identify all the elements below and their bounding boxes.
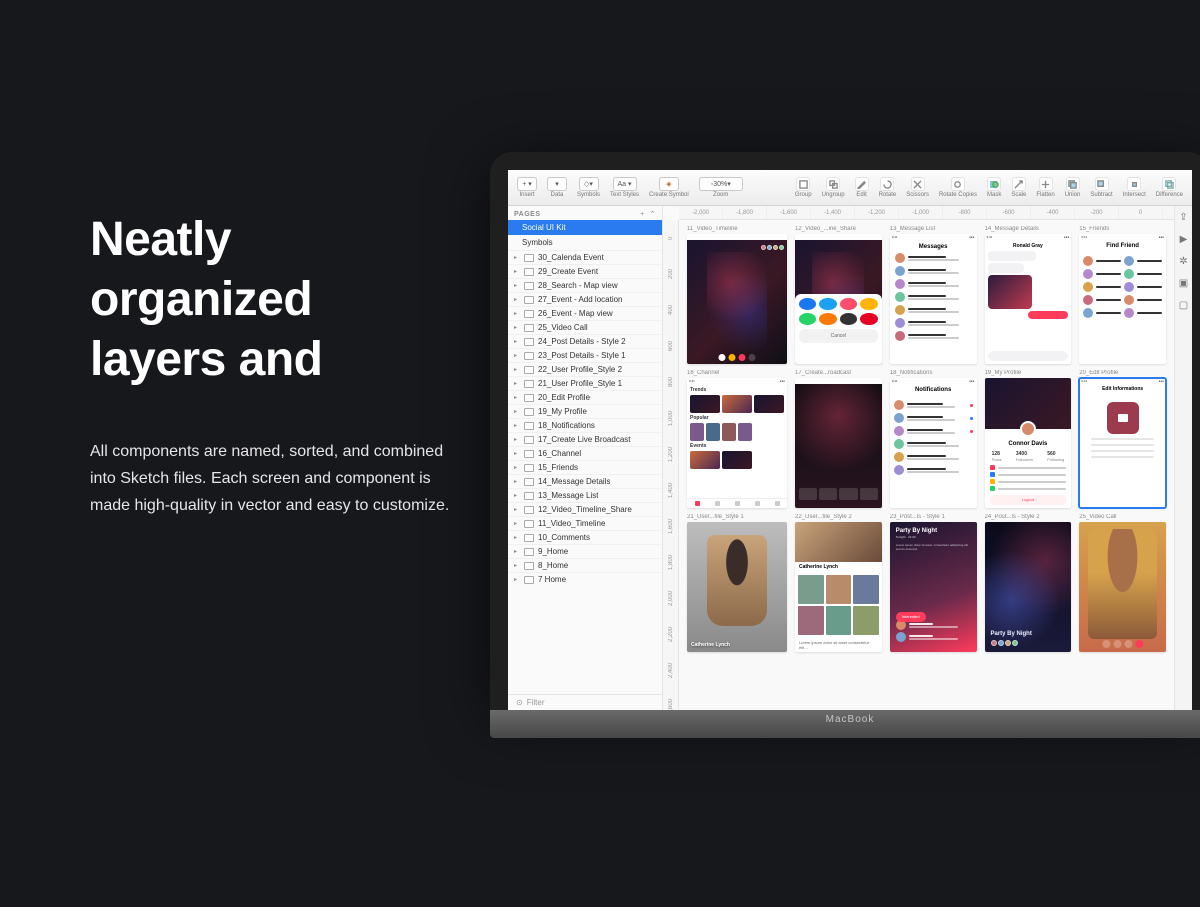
settings-icon[interactable]: ✲ bbox=[1179, 256, 1189, 266]
add-page-icon[interactable]: + ⌃ bbox=[640, 210, 656, 218]
rotate-copies-icon[interactable] bbox=[951, 177, 965, 191]
artboard-edit-profile[interactable]: 20_Edit Profile 9:41●●●Edit Informations bbox=[1079, 370, 1166, 508]
ruler-vertical: 02004006008001,0001,2001,4001,6001,8002,… bbox=[663, 220, 679, 710]
symbols-button[interactable]: ◇▾ bbox=[579, 177, 599, 191]
layer-row[interactable]: ▸29_Create Event bbox=[508, 264, 662, 278]
artboard-video-timeline[interactable]: 11_Video_Timeline 9:41●●● bbox=[687, 226, 787, 364]
layer-row[interactable]: ▸14_Message Details bbox=[508, 474, 662, 488]
page-symbols[interactable]: Symbols bbox=[508, 235, 662, 250]
intersect-icon[interactable] bbox=[1127, 177, 1141, 191]
promo-body: All components are named, sorted, and co… bbox=[90, 438, 450, 520]
layer-row[interactable]: ▸9_Home bbox=[508, 544, 662, 558]
layer-row[interactable]: ▸24_Post Details - Style 2 bbox=[508, 334, 662, 348]
layer-row[interactable]: ▸26_Event - Map view bbox=[508, 306, 662, 320]
insert-button[interactable]: + ▾ bbox=[517, 177, 537, 191]
layers-list: ▸30_Calenda Event▸29_Create Event▸28_Sea… bbox=[508, 250, 662, 694]
flatten-icon[interactable] bbox=[1039, 177, 1053, 191]
laptop-hinge: MacBook bbox=[490, 710, 1200, 738]
filter-icon: ⊙ bbox=[516, 698, 523, 707]
layer-row[interactable]: ▸13_Message List bbox=[508, 488, 662, 502]
artboard-notifications[interactable]: 18_Notifications 9:41●●●Notifications bbox=[890, 370, 977, 508]
pages-header: PAGES+ ⌃ bbox=[508, 206, 662, 220]
artboard-friends[interactable]: 15_Friends 9:41●●●Find Friend bbox=[1079, 226, 1166, 364]
create-symbol-button[interactable]: ◈ bbox=[659, 177, 679, 191]
zoom-control[interactable]: ◦ 30% ▾ bbox=[699, 177, 743, 191]
right-tool-strip: ⇪ ▶ ✲ ▣ ▢ bbox=[1174, 206, 1192, 710]
union-icon[interactable] bbox=[1066, 177, 1080, 191]
layer-row[interactable]: ▸23_Post Details - Style 1 bbox=[508, 348, 662, 362]
play-icon[interactable]: ▶ bbox=[1179, 234, 1189, 244]
artboard-create-broadcast[interactable]: 17_Create...roadcast 9:41●●● bbox=[795, 370, 882, 508]
promo-heading: Neatly organized layers and bbox=[90, 210, 450, 390]
artboard-message-details[interactable]: 14_Message Details 9:41●●●Ronald Gray bbox=[985, 226, 1072, 364]
group-icon[interactable] bbox=[796, 177, 810, 191]
subtract-icon[interactable] bbox=[1095, 177, 1109, 191]
export-icon[interactable]: ▢ bbox=[1179, 300, 1189, 310]
scale-icon[interactable] bbox=[1012, 177, 1026, 191]
text-styles-button[interactable]: Aa ▾ bbox=[613, 177, 637, 191]
layer-row[interactable]: ▸10_Comments bbox=[508, 530, 662, 544]
scissors-icon[interactable] bbox=[911, 177, 925, 191]
laptop-mockup: + ▾Insert ▾Data ◇▾Symbols Aa ▾Text Style… bbox=[490, 152, 1200, 738]
layer-row[interactable]: ▸11_Video_Timeline bbox=[508, 516, 662, 530]
layer-row[interactable]: ▸21_User Profile_Style 1 bbox=[508, 376, 662, 390]
layer-row[interactable]: ▸20_Edit Profile bbox=[508, 390, 662, 404]
ruler-horizontal: -2,000-1,800-1,600-1,400-1,200-1,000-800… bbox=[679, 206, 1174, 220]
rotate-icon[interactable] bbox=[880, 177, 894, 191]
sketch-app-window: + ▾Insert ▾Data ◇▾Symbols Aa ▾Text Style… bbox=[508, 170, 1192, 710]
mask-icon[interactable] bbox=[987, 177, 1001, 191]
canvas[interactable]: 11_Video_Timeline 9:41●●● 12_Video_...in… bbox=[679, 220, 1174, 710]
layer-row[interactable]: ▸28_Search - Map view bbox=[508, 278, 662, 292]
promo-copy: Neatly organized layers and All componen… bbox=[90, 210, 450, 520]
artboard-post-details-2[interactable]: 24_Post...ls - Style 2 Party By Night bbox=[985, 514, 1072, 652]
layer-row[interactable]: ▸17_Create Live Broadcast bbox=[508, 432, 662, 446]
layer-row[interactable]: ▸18_Notifications bbox=[508, 418, 662, 432]
artboard-channel[interactable]: 16_Channel 9:41●●● Trends Popular Events bbox=[687, 370, 787, 508]
layer-row[interactable]: ▸30_Calenda Event bbox=[508, 250, 662, 264]
layer-row[interactable]: ▸22_User Profile_Style 2 bbox=[508, 362, 662, 376]
artboard-message-list[interactable]: 13_Message List 9:41●●●Messages bbox=[890, 226, 977, 364]
artboard-video-call[interactable]: 25_Video Call bbox=[1079, 514, 1166, 652]
artboard-user-profile-2[interactable]: 22_User...file_Style 2 Catherine LynchLo… bbox=[795, 514, 882, 652]
layer-row[interactable]: ▸12_Video_Timeline_Share bbox=[508, 502, 662, 516]
layer-row[interactable]: ▸8_Home bbox=[508, 558, 662, 572]
artboard-user-profile-1[interactable]: 21_User...file_Style 1 Catherine Lynch bbox=[687, 514, 787, 652]
layers-panel: PAGES+ ⌃ Social UI Kit Symbols ▸30_Calen… bbox=[508, 206, 663, 710]
app-toolbar: + ▾Insert ▾Data ◇▾Symbols Aa ▾Text Style… bbox=[508, 170, 1192, 206]
share-icon[interactable]: ⇪ bbox=[1179, 212, 1189, 222]
layer-row[interactable]: ▸25_Video Call bbox=[508, 320, 662, 334]
canvas-area: -2,000-1,800-1,600-1,400-1,200-1,000-800… bbox=[663, 206, 1174, 710]
layer-row[interactable]: ▸7 Home bbox=[508, 572, 662, 586]
ungroup-icon[interactable] bbox=[826, 177, 840, 191]
artboard-my-profile[interactable]: 19_My Profile Connor Davis128Posts3400Fo… bbox=[985, 370, 1072, 508]
layer-row[interactable]: ▸15_Friends bbox=[508, 460, 662, 474]
layer-row[interactable]: ▸16_Channel bbox=[508, 446, 662, 460]
layer-row[interactable]: ▸19_My Profile bbox=[508, 404, 662, 418]
filter-input[interactable]: ⊙Filter bbox=[508, 694, 662, 710]
page-social-ui-kit[interactable]: Social UI Kit bbox=[508, 220, 662, 235]
artboard-video-timeline-share[interactable]: 12_Video_...ine_Share 9:41●●●Cancel bbox=[795, 226, 882, 364]
edit-icon[interactable] bbox=[855, 177, 869, 191]
difference-icon[interactable] bbox=[1162, 177, 1176, 191]
artboard-post-details-1[interactable]: 23_Post...ls - Style 1 Party By NightTon… bbox=[890, 514, 977, 652]
data-button[interactable]: ▾ bbox=[547, 177, 567, 191]
layer-row[interactable]: ▸27_Event - Add location bbox=[508, 292, 662, 306]
preview-icon[interactable]: ▣ bbox=[1179, 278, 1189, 288]
